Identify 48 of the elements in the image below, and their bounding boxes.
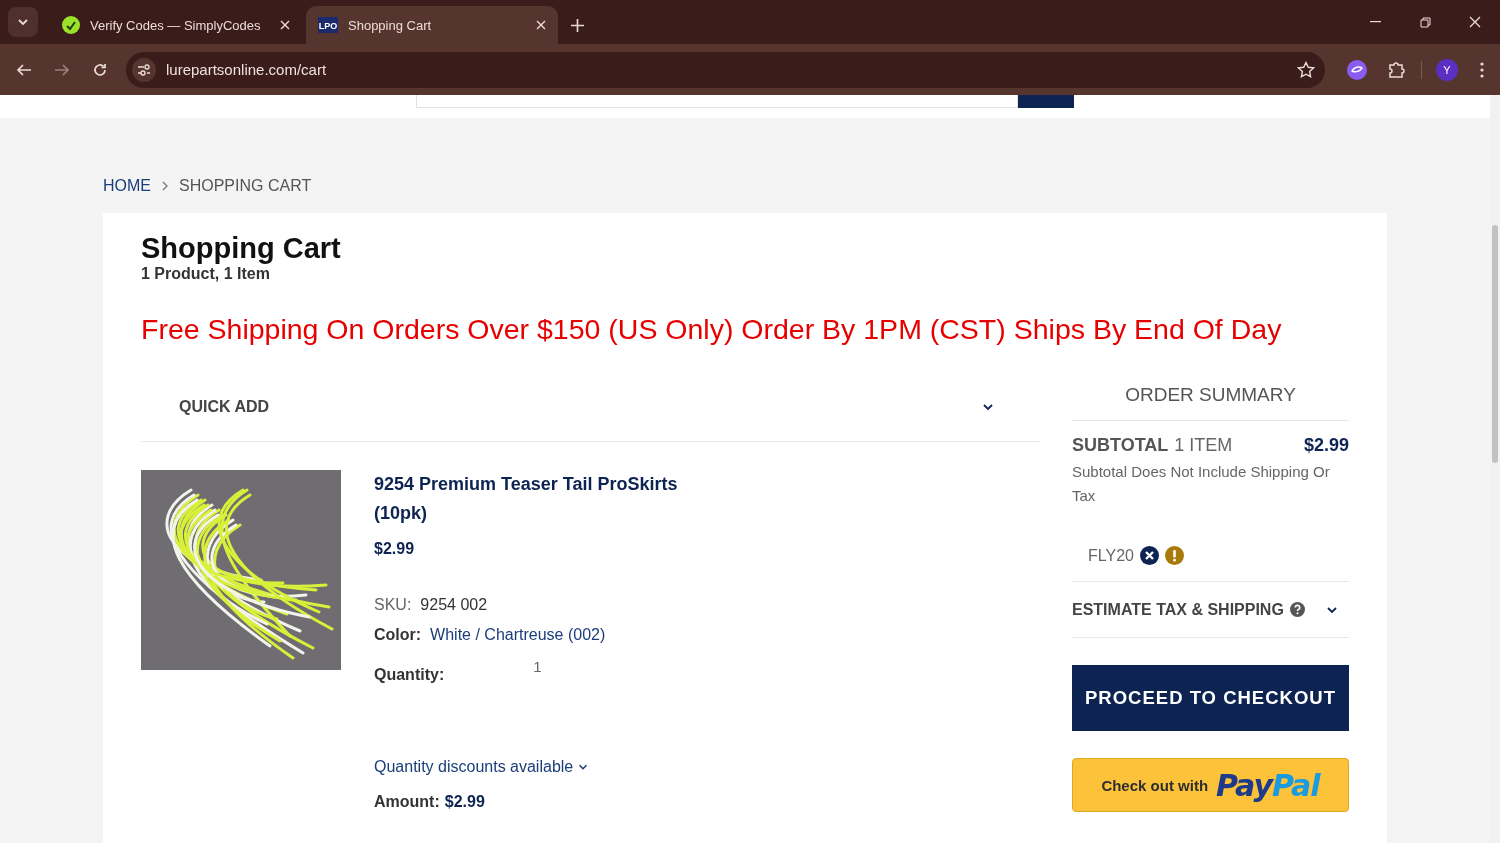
product-name-link[interactable]: 9254 Premium Teaser Tail ProSkirts (10pk) <box>374 470 704 528</box>
site-settings-icon[interactable] <box>132 57 156 82</box>
quantity-value: 1 <box>533 658 542 677</box>
extension-icon[interactable] <box>1347 59 1367 80</box>
color-value: White / Chartreuse (002) <box>430 626 606 644</box>
tab-list-button[interactable] <box>8 7 38 37</box>
search-field[interactable] <box>416 95 1018 108</box>
bookmark-star-icon[interactable] <box>1297 60 1315 79</box>
reload-button[interactable] <box>92 61 108 78</box>
subtotal-note: Subtotal Does Not Include Shipping Or Tax <box>1072 462 1331 506</box>
subtotal-items: 1 ITEM <box>1174 435 1233 456</box>
forward-button[interactable] <box>54 61 70 78</box>
restore-icon <box>1419 16 1431 28</box>
subtotal-label: SUBTOTAL <box>1072 435 1169 456</box>
browser-tab[interactable]: Verify Codes — SimplyCodes <box>50 6 302 44</box>
quantity-label: Quantity: <box>374 666 445 684</box>
promo-text: Free Shipping On Orders Over $150 (US Only) Order By 1PM (CST) Ships By End Of Day <box>141 313 1283 346</box>
back-button[interactable] <box>16 61 32 78</box>
remove-coupon-icon[interactable] <box>1139 546 1159 565</box>
chevron-right-icon <box>161 180 169 191</box>
minimize-icon <box>1369 21 1381 23</box>
close-tab-button[interactable] <box>536 20 546 30</box>
quantity-discounts-link[interactable]: Quantity discounts available <box>374 758 590 776</box>
plus-icon <box>570 18 584 32</box>
amount-value: $2.99 <box>444 793 485 811</box>
sku-value: 9254 002 <box>420 596 488 614</box>
puzzle-icon[interactable] <box>1387 59 1407 80</box>
breadcrumb-current: SHOPPING CART <box>179 176 312 195</box>
site-logo-icon: LPO <box>318 17 338 33</box>
help-icon <box>1289 602 1305 617</box>
checkout-button[interactable]: PROCEED TO CHECKOUT <box>1072 665 1349 731</box>
product-price: $2.99 <box>374 540 416 558</box>
page-title: Shopping Cart <box>141 231 342 265</box>
cart-count: 1 Product, 1 Item <box>141 265 271 283</box>
amount-label: Amount: <box>374 793 440 811</box>
subtotal-value: $2.99 <box>1303 435 1349 456</box>
menu-icon[interactable] <box>1480 61 1484 78</box>
breadcrumb-link[interactable]: HOME <box>103 176 151 195</box>
paypal-button[interactable]: Check out with PayPal <box>1072 758 1349 812</box>
warning-icon <box>1164 546 1184 565</box>
color-label: Color: <box>374 626 422 644</box>
coupon-code: FLY20 <box>1088 546 1134 565</box>
order-summary-title: ORDER SUMMARY <box>1072 372 1349 421</box>
close-icon <box>1469 16 1481 28</box>
browser-tab[interactable]: LPO Shopping Cart <box>306 6 558 44</box>
close-tab-button[interactable] <box>280 20 290 30</box>
sku-label: SKU: <box>374 596 412 614</box>
profile-avatar[interactable]: Y <box>1436 58 1458 81</box>
